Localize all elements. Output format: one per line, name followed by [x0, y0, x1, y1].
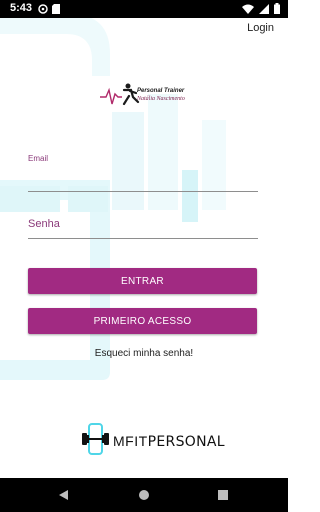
brand-wordmark: MFITPERSONAL	[113, 433, 225, 450]
navigation-bar	[0, 478, 288, 512]
login-link[interactable]: Login	[247, 22, 274, 34]
signal-icon	[259, 3, 269, 14]
status-time: 5:43	[10, 2, 33, 14]
first-access-button[interactable]: PRIMEIRO ACESSO	[28, 308, 257, 334]
heartbeat-runner-icon	[100, 83, 140, 106]
battery-icon	[274, 3, 280, 14]
password-field[interactable]	[28, 226, 258, 238]
dumbbell-phone-icon	[82, 423, 109, 455]
enter-button[interactable]: ENTRAR	[28, 268, 257, 294]
email-field[interactable]	[28, 166, 258, 190]
email-underline	[28, 191, 258, 192]
mfit-brand: MFITPERSONAL	[80, 423, 225, 455]
trainer-logo: Personal Trainer Natália Nascimento	[100, 80, 212, 114]
back-icon[interactable]	[58, 489, 70, 501]
recents-icon[interactable]	[217, 489, 229, 501]
settings-icon	[38, 4, 48, 14]
home-icon[interactable]	[138, 489, 150, 501]
status-bar: 5:43	[0, 0, 288, 18]
email-label: Email	[28, 154, 49, 163]
wifi-icon	[242, 4, 254, 14]
logo-name: Natália Nascimento	[137, 96, 185, 102]
password-underline	[28, 238, 258, 239]
logo-title: Personal Trainer	[137, 88, 185, 94]
brand-part-1: MFIT	[113, 433, 148, 449]
sd-card-icon	[52, 4, 60, 14]
forgot-password-link[interactable]: Esqueci minha senha!	[0, 348, 288, 359]
brand-part-2: PERSONAL	[147, 434, 225, 450]
